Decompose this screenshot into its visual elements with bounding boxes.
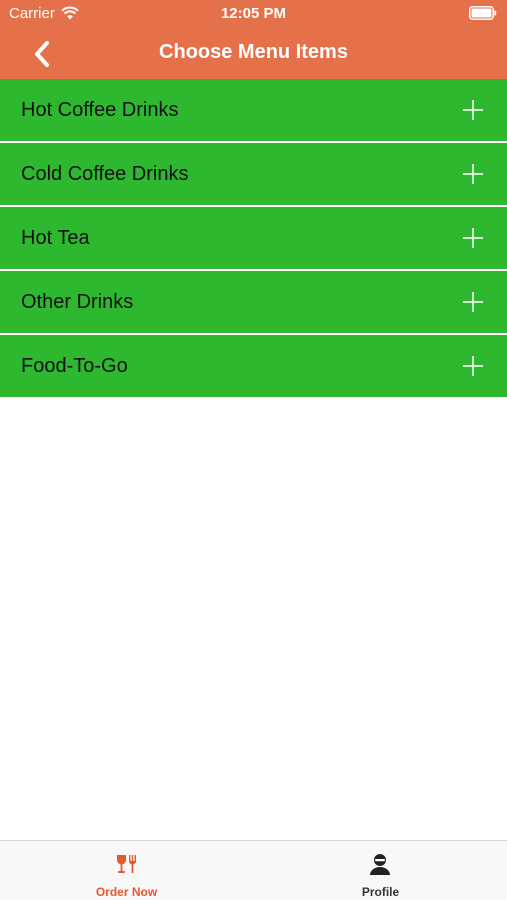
menu-item-food-to-go[interactable]: Food-To-Go xyxy=(0,335,507,397)
status-bar: Carrier 12:05 PM xyxy=(0,0,507,28)
menu-item-label: Food-To-Go xyxy=(21,355,128,377)
menu-item-label: Hot Coffee Drinks xyxy=(21,99,179,121)
menu-item-hot-tea[interactable]: Hot Tea xyxy=(0,207,507,269)
status-time: 12:05 PM xyxy=(220,5,287,22)
plus-icon[interactable] xyxy=(462,291,484,313)
menu-item-cold-coffee-drinks[interactable]: Cold Coffee Drinks xyxy=(0,143,507,205)
nav-bar: Choose Menu Items xyxy=(0,28,507,79)
header: Carrier 12:05 PM Choose Menu Items xyxy=(0,0,507,79)
menu-item-other-drinks[interactable]: Other Drinks xyxy=(0,271,507,333)
plus-icon[interactable] xyxy=(462,227,484,249)
tab-bar: Order Now Profile xyxy=(0,840,507,900)
page-title: Choose Menu Items xyxy=(159,41,348,63)
menu-item-label: Cold Coffee Drinks xyxy=(21,163,189,185)
glass-fork-icon xyxy=(117,855,136,873)
menu-list: Hot Coffee Drinks Cold Coffee Drinks Hot… xyxy=(0,79,507,399)
tab-label: Order Now xyxy=(95,885,158,899)
plus-icon[interactable] xyxy=(462,99,484,121)
plus-icon[interactable] xyxy=(462,163,484,185)
tab-profile[interactable]: Profile xyxy=(254,841,507,900)
screen: Carrier 12:05 PM Choose Menu Items Hot C… xyxy=(0,0,507,900)
battery-icon xyxy=(469,6,497,20)
tab-label: Profile xyxy=(361,885,400,899)
menu-item-label: Hot Tea xyxy=(21,227,90,249)
person-icon xyxy=(370,854,390,875)
plus-icon[interactable] xyxy=(462,355,484,377)
tab-order-now[interactable]: Order Now xyxy=(0,841,253,900)
menu-item-hot-coffee-drinks[interactable]: Hot Coffee Drinks xyxy=(0,79,507,141)
menu-item-label: Other Drinks xyxy=(21,291,134,313)
